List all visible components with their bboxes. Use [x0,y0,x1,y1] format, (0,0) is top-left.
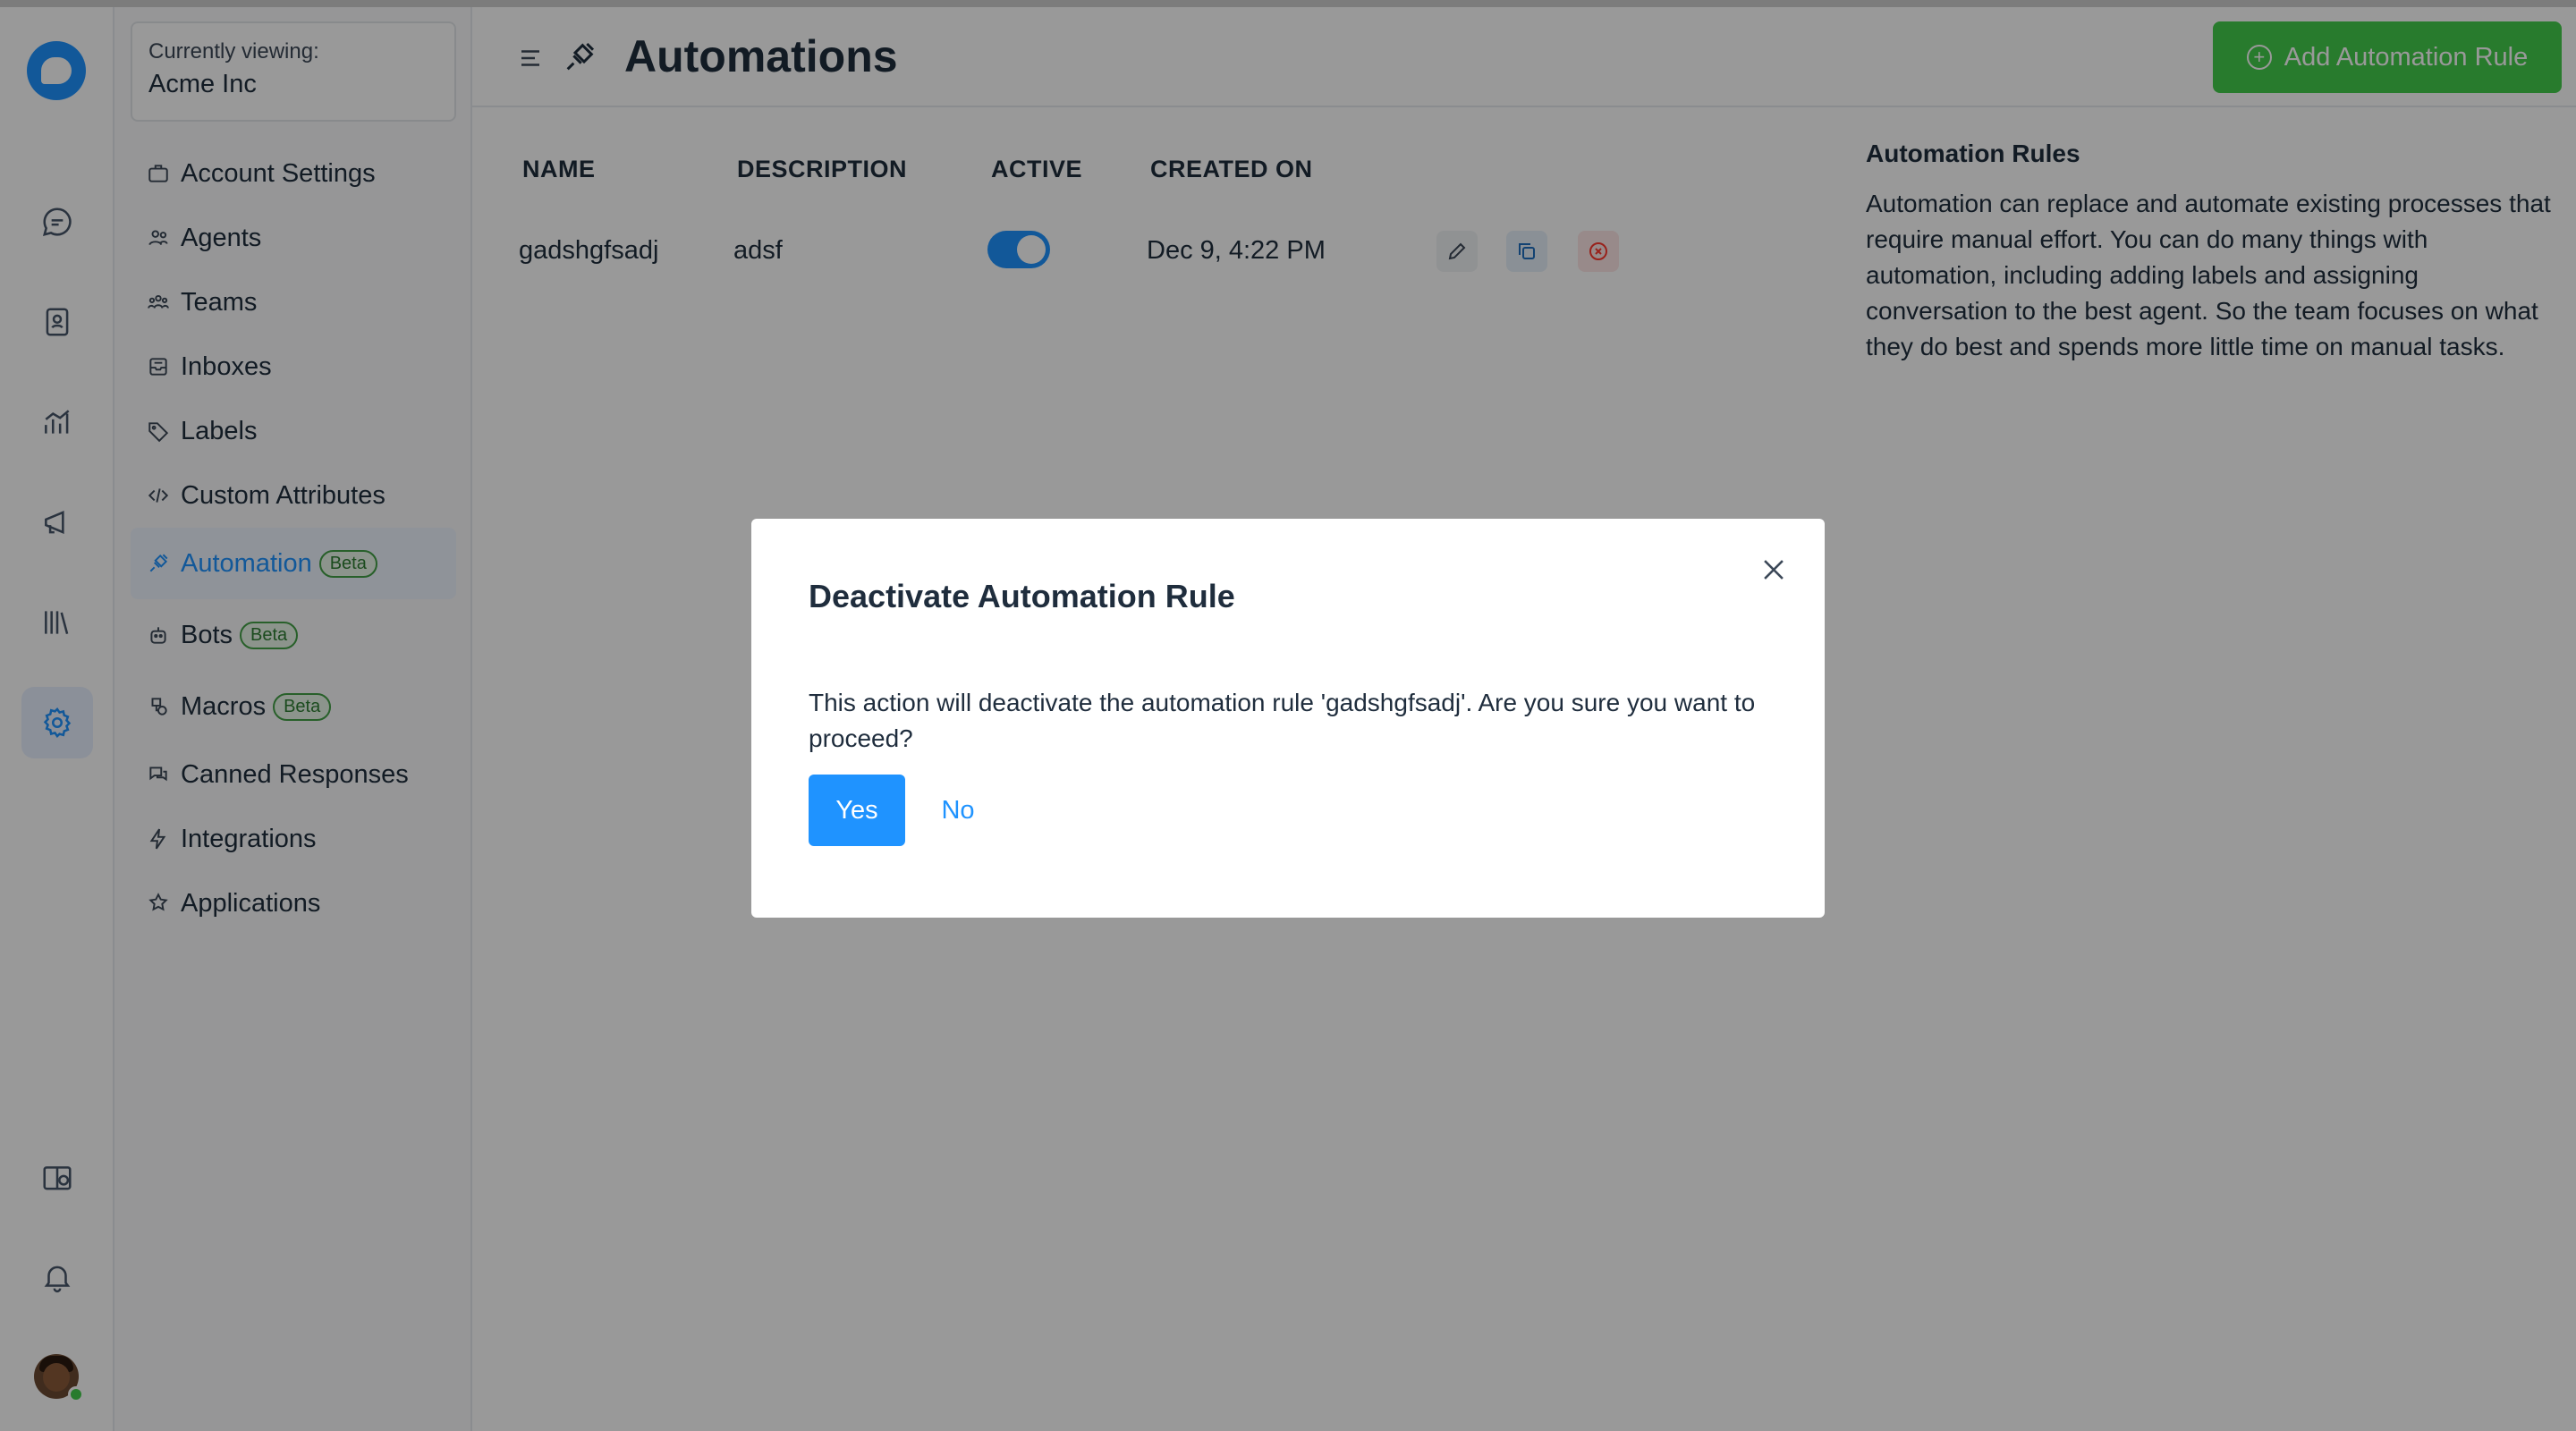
dialog-message: This action will deactivate the automati… [809,689,1756,752]
confirm-yes-button[interactable]: Yes [809,775,905,846]
close-icon[interactable] [1758,555,1789,585]
deactivate-rule-dialog: Deactivate Automation Rule This action w… [751,519,1825,918]
confirm-no-button[interactable]: No [918,775,998,846]
dialog-title: Deactivate Automation Rule [809,578,1235,614]
